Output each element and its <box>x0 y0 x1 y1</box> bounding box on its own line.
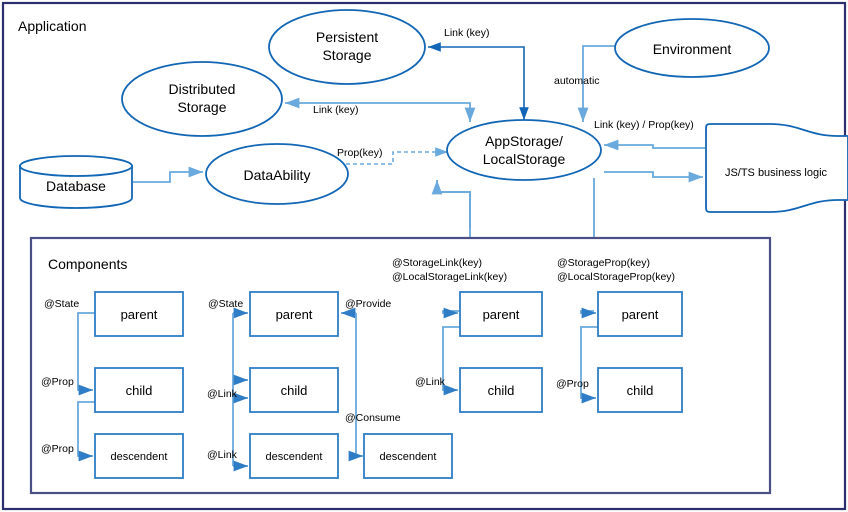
edge-label-automatic: automatic <box>554 75 600 87</box>
node-dataability-label: DataAbility <box>244 167 311 183</box>
box-c4-parent-label: parent <box>622 307 659 322</box>
box-c3-child-label: child <box>488 383 515 398</box>
node-distributed-storage-label-1: Distributed <box>169 81 236 97</box>
node-persistent-storage-label-1: Persistent <box>316 29 378 45</box>
decorator-c2-descendent: @Link <box>207 449 238 461</box>
decorator-c2-consume: @Consume <box>345 412 401 424</box>
label-storageprop-1: @StorageProp(key) <box>557 257 650 269</box>
edge-label-distributed-link: Link (key) <box>313 104 359 116</box>
label-storagelink-1: @StorageLink(key) <box>392 257 482 269</box>
decorator-c1-parent: @State <box>44 298 79 310</box>
label-storagelink-2: @LocalStorageLink(key) <box>392 271 507 283</box>
box-c2-child-label: child <box>281 383 308 398</box>
edge-label-dataability-prop: Prop(key) <box>337 147 383 159</box>
box-c4-child-label: child <box>627 383 654 398</box>
decorator-c3-child: @Link <box>415 376 446 388</box>
edge-label-business-link-prop: Link (key) / Prop(key) <box>594 119 694 131</box>
box-c1-child-label: child <box>126 383 153 398</box>
application-title: Application <box>18 18 87 34</box>
node-appstorage-label-2: LocalStorage <box>483 151 566 167</box>
decorator-c2-provide: @Provide <box>345 298 391 310</box>
diagram-canvas: Application Link (key) Link (key) Prop(k… <box>0 0 848 512</box>
decorator-c2-child: @Link <box>207 388 238 400</box>
decorator-c1-child: @Prop <box>41 376 74 388</box>
node-business-logic-label: JS/TS business logic <box>725 167 828 179</box>
node-database-label: Database <box>46 178 106 194</box>
box-c3-parent-label: parent <box>483 307 520 322</box>
node-business-logic[interactable]: JS/TS business logic <box>705 123 848 213</box>
components-title: Components <box>48 256 127 272</box>
node-persistent-storage-label-2: Storage <box>322 47 371 63</box>
edge-label-persistent-link: Link (key) <box>444 27 490 39</box>
node-appstorage[interactable] <box>446 119 602 181</box>
box-c2-descendent-label: descendent <box>266 451 323 463</box>
decorator-c4-child: @Prop <box>556 378 589 390</box>
node-database[interactable]: Database <box>19 155 133 209</box>
box-c2-parent-label: parent <box>276 307 313 322</box>
box-c1-descendent-label: descendent <box>111 451 168 463</box>
node-appstorage-label-1: AppStorage/ <box>485 133 563 149</box>
decorator-c1-descendent: @Prop <box>41 443 74 455</box>
node-distributed-storage-label-2: Storage <box>177 99 226 115</box>
box-c1-parent-label: parent <box>121 307 158 322</box>
decorator-c2-parent: @State <box>208 298 243 310</box>
node-environment-label: Environment <box>653 41 732 57</box>
box-c2-consume-descendent-label: descendent <box>380 451 437 463</box>
label-storageprop-2: @LocalStorageProp(key) <box>557 271 675 283</box>
